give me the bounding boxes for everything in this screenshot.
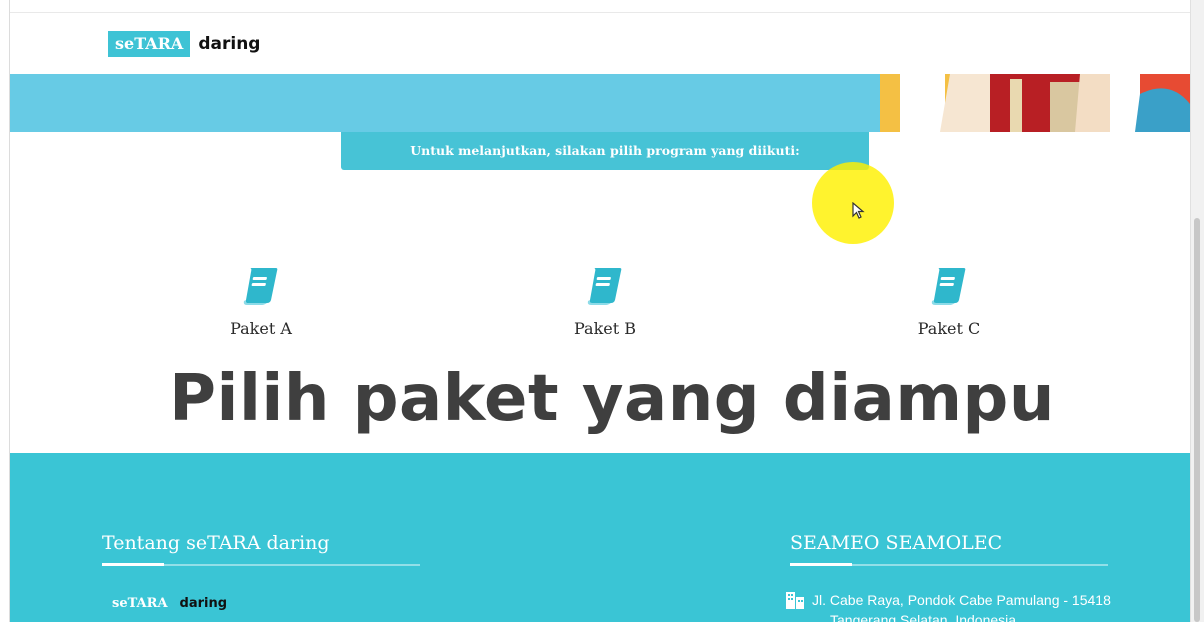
site-footer: Tentang seTARA daring seTARA daring SEAM… — [10, 453, 1190, 622]
footer-logo-setara: seTARA — [112, 596, 168, 611]
footer-address: Jl. Cabe Raya, Pondok Cabe Pamulang - 15… — [786, 590, 1111, 622]
banner-illustration — [880, 74, 1190, 132]
site-header: seTARA daring — [10, 12, 1190, 74]
paket-a-label: Paket A — [230, 319, 292, 338]
scrollbar-thumb[interactable] — [1194, 218, 1200, 622]
paket-b-option[interactable]: Paket B — [545, 266, 665, 338]
building-icon — [786, 592, 804, 609]
site-logo[interactable]: seTARA daring — [108, 31, 260, 57]
book-icon — [931, 268, 966, 305]
paket-c-label: Paket C — [917, 319, 981, 338]
footer-about-title: Tentang seTARA daring — [102, 532, 330, 554]
logo-daring: daring — [198, 34, 261, 54]
footer-about-divider — [102, 563, 420, 566]
window-left-edge — [0, 0, 10, 622]
address-line-2: Tangerang Selatan, Indonesia — [830, 612, 1017, 622]
vertical-scrollbar[interactable] — [1190, 0, 1204, 622]
book-icon — [243, 268, 278, 305]
paket-a-option[interactable]: Paket A — [201, 266, 321, 338]
mouse-pointer-icon — [852, 202, 865, 219]
footer-contact-divider — [790, 563, 1108, 566]
program-prompt: Untuk melanjutkan, silakan pilih program… — [341, 132, 869, 170]
paket-c-option[interactable]: Paket C — [889, 266, 1009, 338]
hero-banner — [10, 74, 1190, 132]
address-line-1: Jl. Cabe Raya, Pondok Cabe Pamulang - 15… — [812, 592, 1111, 608]
footer-contact-title: SEAMEO SEAMOLEC — [790, 532, 1003, 554]
footer-logo-daring: daring — [179, 596, 228, 611]
book-icon — [587, 268, 622, 305]
footer-logo[interactable]: seTARA daring — [112, 596, 227, 611]
paket-b-label: Paket B — [573, 319, 637, 338]
logo-setara: seTARA — [108, 31, 191, 57]
overlay-caption: Pilih paket yang diampu — [169, 362, 1055, 436]
